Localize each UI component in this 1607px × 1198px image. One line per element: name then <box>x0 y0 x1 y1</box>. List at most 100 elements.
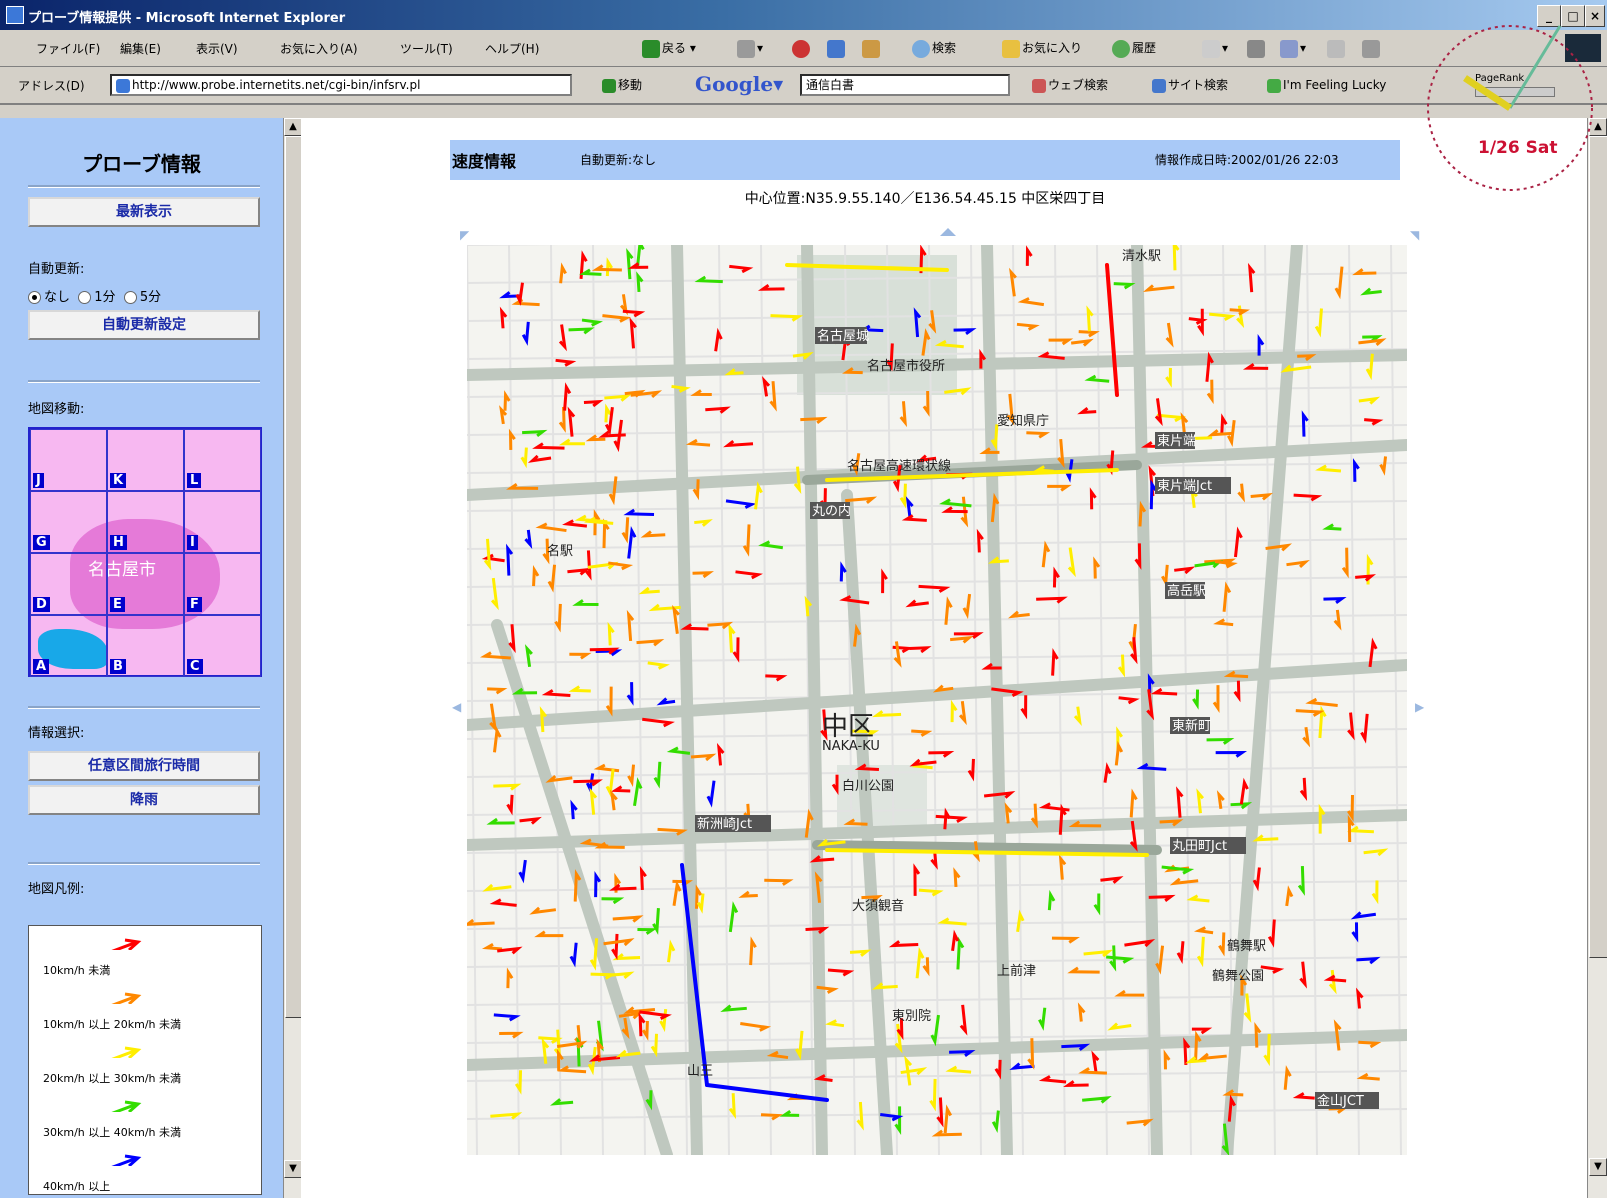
map-grid-cell-j[interactable]: J <box>30 429 107 491</box>
speed-segment <box>705 1083 829 1102</box>
map-grid-cell-b[interactable]: B <box>107 615 184 677</box>
speed-arrow <box>899 483 907 509</box>
auto-update-set-button[interactable]: 自動更新設定 <box>28 310 260 340</box>
map-label: 鶴舞駅 <box>1227 938 1266 954</box>
lucky-button[interactable]: I'm Feeling Lucky <box>1265 73 1388 97</box>
radio-none[interactable]: なし <box>28 290 70 305</box>
speed-arrow <box>1150 687 1178 696</box>
menu-help[interactable]: ヘルプ(H) <box>485 40 539 57</box>
speed-arrow <box>605 768 615 798</box>
radio-5min[interactable]: 5分 <box>123 290 162 305</box>
speed-arrow <box>1323 974 1347 983</box>
speed-arrow <box>619 294 629 316</box>
map-grid-cell-f[interactable]: F <box>184 553 261 615</box>
menu-view[interactable]: 表示(V) <box>196 40 238 57</box>
radio-5min-label: 5分 <box>139 290 162 305</box>
speed-arrow <box>1239 777 1249 805</box>
title-bar: プローブ情報提供 - Microsoft Internet Explorer _… <box>0 0 1607 30</box>
right-scrollbar[interactable]: ▲ ▼ <box>1587 118 1607 1198</box>
mail-button[interactable]: ▾ <box>1200 36 1230 60</box>
home-button[interactable] <box>860 36 884 60</box>
speed-arrow <box>944 596 953 625</box>
print-button[interactable] <box>1245 36 1269 60</box>
speed-arrow <box>1347 712 1355 741</box>
scroll-down-button[interactable]: ▼ <box>1589 1158 1607 1176</box>
minor-street <box>467 1108 1407 1120</box>
forward-button[interactable]: ▾ <box>735 36 765 60</box>
latest-button[interactable]: 最新表示 <box>28 197 260 227</box>
web-search-button[interactable]: ウェブ検索 <box>1030 73 1110 97</box>
speed-arrow <box>640 530 666 538</box>
speed-arrow <box>960 496 969 528</box>
map-grid-cell-a[interactable]: A <box>30 615 107 677</box>
map-grid-cell-e[interactable]: E <box>107 553 184 615</box>
site-search-button[interactable]: サイト検索 <box>1150 73 1230 97</box>
speed-arrow <box>892 645 914 654</box>
map-grid-cell-h[interactable]: H <box>107 491 184 553</box>
speed-arrow <box>1067 547 1076 578</box>
pan-east-arrow[interactable]: ▶ <box>1415 700 1424 714</box>
radio-none-circle <box>28 291 41 304</box>
speed-arrow <box>1057 438 1065 469</box>
speed-arrow <box>1227 420 1236 447</box>
speed-arrow <box>765 674 788 682</box>
speed-arrow <box>506 967 514 989</box>
favorites-button[interactable]: お気に入り <box>1000 36 1084 60</box>
pan-northwest-arrow[interactable]: ◤ <box>460 228 469 242</box>
refresh-button[interactable] <box>825 36 849 60</box>
speed-arrow <box>481 942 503 951</box>
scroll-down-button[interactable]: ▼ <box>284 1160 302 1178</box>
search-button[interactable]: 検索 <box>910 36 958 60</box>
speed-arrow <box>554 603 562 633</box>
map-grid-cell-c[interactable]: C <box>184 615 261 677</box>
speed-arrow <box>1366 553 1374 585</box>
map-grid-cell-d[interactable]: D <box>30 553 107 615</box>
radio-1min[interactable]: 1分 <box>78 290 116 305</box>
speed-arrow <box>1083 949 1114 958</box>
divider <box>28 380 260 383</box>
speed-arrow <box>1086 305 1094 332</box>
speed-arrow <box>732 637 740 663</box>
left-scrollbar[interactable]: ▲ ▼ <box>283 118 303 1198</box>
google-search-input[interactable]: 通信白書 <box>800 74 1010 96</box>
speed-arrow <box>567 567 591 576</box>
speed-arrow <box>901 514 927 522</box>
address-input[interactable]: http://www.probe.internetits.net/cgi-bin… <box>110 74 572 96</box>
pan-west-arrow[interactable]: ◀ <box>452 700 461 714</box>
speed-arrow <box>1292 1092 1315 1100</box>
map-label: 山王 <box>687 1064 713 1079</box>
scroll-thumb[interactable] <box>1589 136 1607 958</box>
pan-north-arrow[interactable] <box>940 228 956 236</box>
stop-button[interactable] <box>790 36 814 60</box>
menu-favorites[interactable]: お気に入り(A) <box>280 40 358 57</box>
speed-title: 速度情報 <box>452 152 517 171</box>
discuss-button[interactable] <box>1325 36 1349 60</box>
speed-arrow <box>1355 987 1364 1009</box>
menu-edit[interactable]: 編集(E) <box>120 40 161 57</box>
edit-button[interactable]: ▾ <box>1278 36 1308 60</box>
map-grid-cell-g[interactable]: G <box>30 491 107 553</box>
google-query: 通信白書 <box>806 78 855 92</box>
menu-file[interactable]: ファイル(F) <box>36 40 100 57</box>
travel-time-button[interactable]: 任意区間旅行時間 <box>28 751 260 781</box>
rain-button[interactable]: 降雨 <box>28 785 260 815</box>
pan-northeast-arrow[interactable]: ◥ <box>1410 228 1419 242</box>
speed-arrow <box>735 570 763 580</box>
menu-tools[interactable]: ツール(T) <box>400 40 453 57</box>
messenger-button[interactable] <box>1360 36 1384 60</box>
stop-icon <box>792 39 810 58</box>
scroll-up-button[interactable]: ▲ <box>284 118 302 136</box>
map-grid-cell-k[interactable]: K <box>107 429 184 491</box>
map-grid-cell-i[interactable]: I <box>184 491 261 553</box>
speed-arrow <box>1017 297 1045 307</box>
speed-arrow <box>534 930 564 938</box>
map-label: 東片端 <box>1157 433 1196 449</box>
map-grid-cell-l[interactable]: L <box>184 429 261 491</box>
speed-arrow <box>1351 922 1359 943</box>
back-button[interactable]: 戻る ▾ <box>640 36 698 60</box>
go-button[interactable]: 移動 <box>600 73 644 97</box>
traffic-map[interactable]: 名古屋城 名古屋市役所 愛知県庁 中区 NAKA-KU 白川公園 丸の内 東片端 東片端Jct 新… <box>467 245 1407 1155</box>
history-button[interactable]: 履歴 <box>1110 36 1158 60</box>
map-label: 鶴舞公園 <box>1212 968 1264 984</box>
speed-arrow <box>1233 680 1241 703</box>
